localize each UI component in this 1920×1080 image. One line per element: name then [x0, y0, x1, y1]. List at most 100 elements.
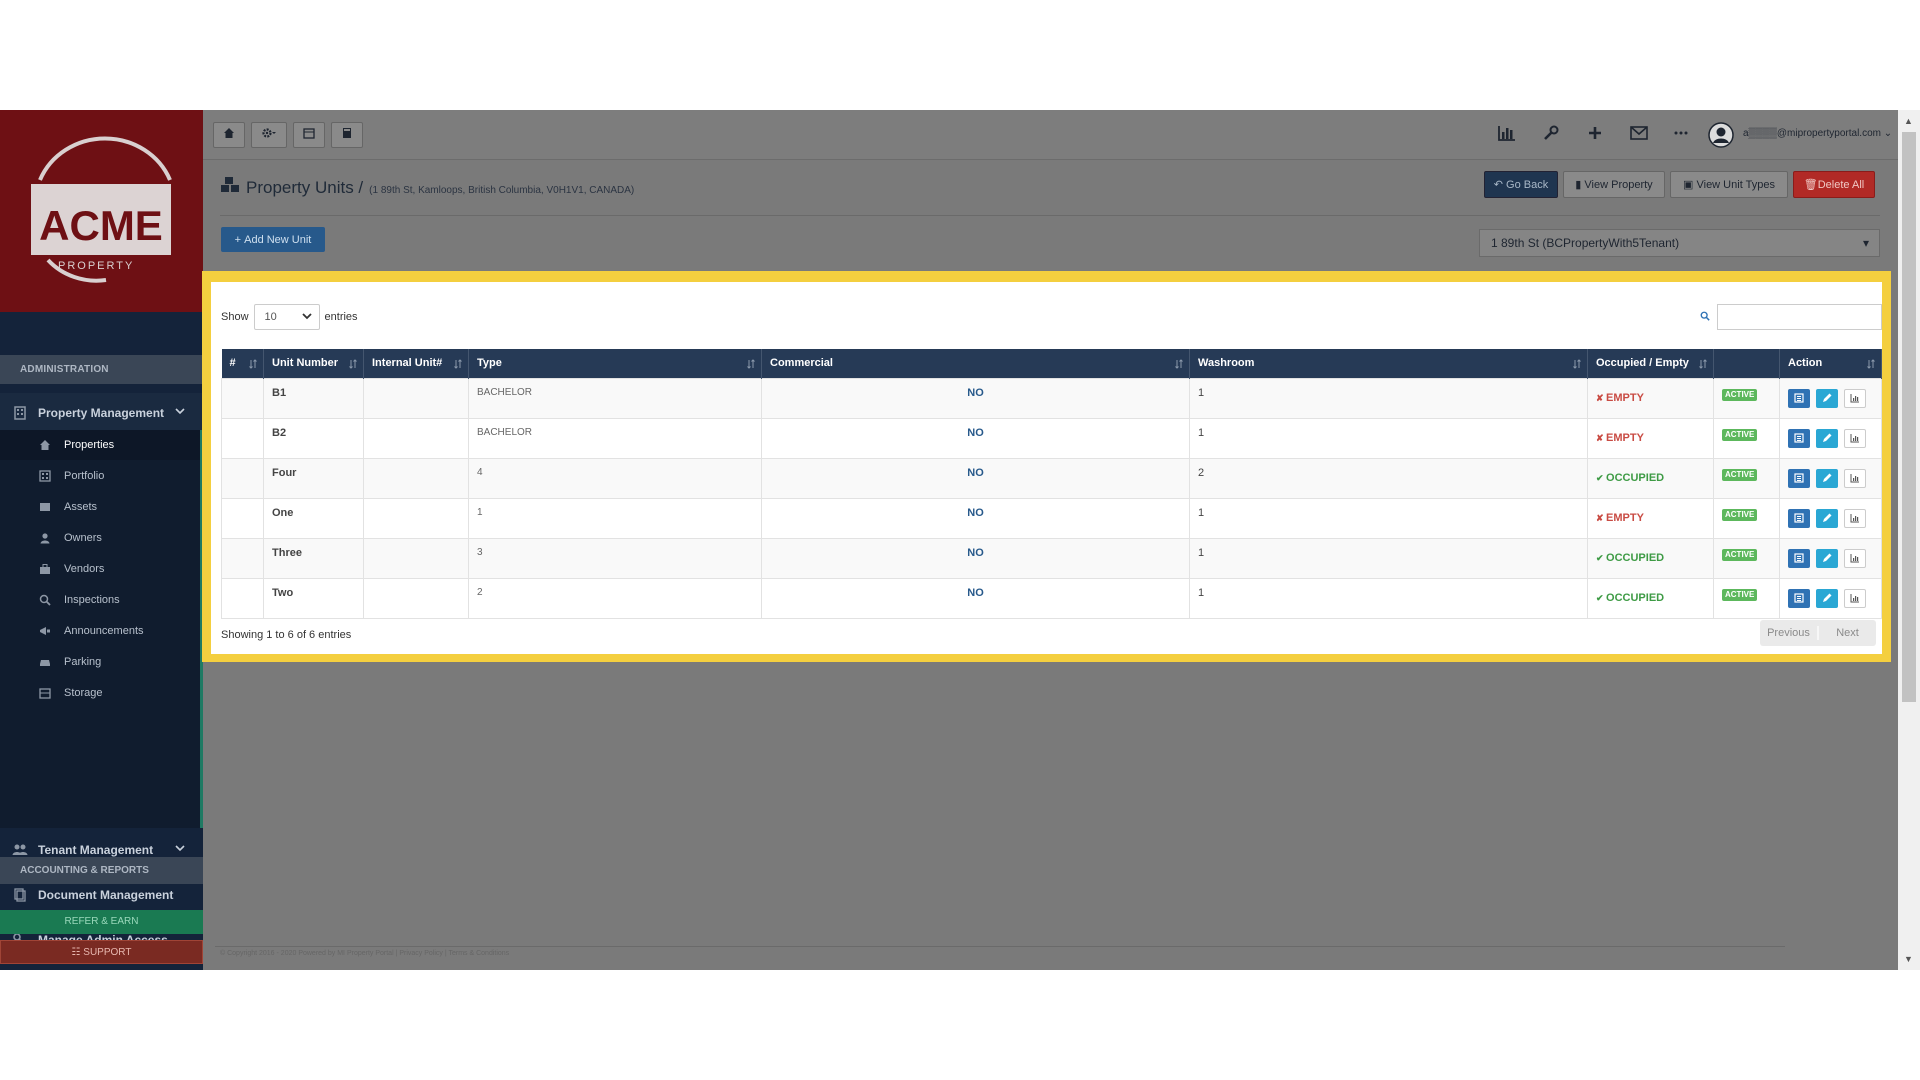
menu-tenant-management-label: Tenant Management: [38, 843, 154, 857]
table-row[interactable]: B2 BACHELOR NO 1 ✘ EMPTY ACTIVE: [221, 417, 1882, 459]
more-icon[interactable]: [1670, 122, 1692, 144]
chart-icon[interactable]: [1496, 122, 1518, 144]
view-unit-button[interactable]: [1788, 428, 1810, 448]
unit-stats-button[interactable]: [1844, 388, 1866, 408]
user-icon: [38, 531, 52, 545]
unit-stats-button[interactable]: [1844, 588, 1866, 608]
commercial-cell: NO: [761, 577, 1190, 619]
support-button[interactable]: ☷ SUPPORT: [0, 940, 203, 964]
edit-unit-button[interactable]: [1816, 508, 1838, 528]
view-unit-types-label: View Unit Types: [1696, 178, 1775, 191]
column-header[interactable]: Action: [1779, 349, 1882, 378]
sidebar-item-announcements[interactable]: Announcements: [0, 616, 200, 646]
type-cell: 4: [468, 457, 762, 499]
sidebar-item-owners[interactable]: Owners: [0, 523, 200, 553]
column-header[interactable]: Commercial: [761, 349, 1190, 378]
previous-button[interactable]: Previous: [1760, 627, 1817, 639]
avatar[interactable]: [1708, 122, 1734, 148]
view-property-button[interactable]: ▮ View Property: [1563, 171, 1665, 198]
next-button[interactable]: Next: [1819, 627, 1876, 639]
view-unit-button[interactable]: [1788, 468, 1810, 488]
logo[interactable]: ACME PROPERTY: [0, 110, 203, 312]
scroll-up-arrow[interactable]: ▲: [1904, 116, 1913, 126]
table-row[interactable]: Two 2 NO 1 ✔ OCCUPIED ACTIVE: [221, 577, 1882, 619]
view-unit-types-button[interactable]: ▣ View Unit Types: [1670, 171, 1788, 198]
table-row[interactable]: B1 BACHELOR NO 1 ✘ EMPTY ACTIVE: [221, 377, 1882, 419]
column-header[interactable]: Type: [468, 349, 762, 378]
scroll-thumb[interactable]: [1902, 132, 1916, 702]
add-new-unit-button[interactable]: + Add New Unit: [221, 227, 325, 252]
unit-stats-button[interactable]: [1844, 428, 1866, 448]
table-row[interactable]: One 1 NO 1 ✘ EMPTY ACTIVE: [221, 497, 1882, 539]
edit-unit-button[interactable]: [1816, 588, 1838, 608]
sidebar-item-label: Announcements: [64, 625, 144, 637]
action-buttons: [1788, 547, 1873, 568]
view-unit-button[interactable]: [1788, 508, 1810, 528]
occupancy-cell: ✔ OCCUPIED: [1587, 537, 1714, 579]
cubes-icon: ▣: [1683, 179, 1697, 191]
sidebar-item-storage[interactable]: Storage: [0, 678, 200, 708]
internal-unit-cell: [363, 537, 469, 579]
refer-earn-button[interactable]: REFER & EARN: [0, 910, 203, 934]
sidebar-item-inspections[interactable]: Inspections: [0, 585, 200, 615]
sidebar-item-portfolio[interactable]: Portfolio: [0, 461, 200, 491]
table-header-row: # Unit Number Internal Unit# Type Commercial…: [221, 349, 1882, 378]
column-header[interactable]: [1713, 349, 1780, 378]
scrollbar[interactable]: ▲ ▼: [1898, 110, 1920, 970]
go-back-button[interactable]: ↶ Go Back: [1484, 171, 1558, 198]
footer-copyright: © Copyright 2016 - 2020 Powered by MI Pr…: [220, 950, 510, 957]
table-row[interactable]: Four 4 NO 2 ✔ OCCUPIED ACTIVE: [221, 457, 1882, 499]
column-header[interactable]: Washroom: [1189, 349, 1588, 378]
action-cell: [1779, 377, 1882, 419]
sidebar-item-properties[interactable]: Properties: [0, 430, 200, 460]
user-email-dropdown[interactable]: a▒▒▒▒@mipropertyportal.com ⌄: [1743, 128, 1892, 139]
megaphone-icon: [38, 624, 52, 638]
table-row[interactable]: Three 3 NO 1 ✔ OCCUPIED ACTIVE: [221, 537, 1882, 579]
unit-stats-button[interactable]: [1844, 508, 1866, 528]
sidebar-item-label: Owners: [64, 532, 102, 544]
sidebar-item-assets[interactable]: Assets: [0, 492, 200, 522]
table-search: [1700, 304, 1882, 330]
sidebar-item-parking[interactable]: Parking: [0, 647, 200, 677]
search-icon: [1700, 308, 1710, 326]
commercial-cell: NO: [761, 417, 1190, 459]
edit-unit-button[interactable]: [1816, 548, 1838, 568]
delete-all-button[interactable]: 🗑 Delete All: [1793, 171, 1875, 198]
units-panel: Show 10 entries # Unit Number Internal Uni…: [211, 282, 1882, 654]
sidebar-item-vendors[interactable]: Vendors: [0, 554, 200, 584]
column-header[interactable]: Unit Number: [263, 349, 364, 378]
gear-icon: [261, 126, 277, 144]
home-button[interactable]: [213, 122, 245, 148]
view-property-label: View Property: [1584, 178, 1653, 191]
calculator-icon: [341, 126, 353, 144]
scroll-down-arrow[interactable]: ▼: [1904, 954, 1913, 964]
delete-all-label: Delete All: [1817, 178, 1865, 191]
column-header[interactable]: Occupied / Empty: [1587, 349, 1714, 378]
action-cell: [1779, 457, 1882, 499]
sidebar-item-label: Vendors: [64, 563, 105, 575]
envelope-icon[interactable]: [1628, 122, 1650, 144]
calculator-button[interactable]: [331, 122, 363, 148]
column-header-label: Washroom: [1198, 357, 1255, 370]
search-input[interactable]: [1717, 304, 1882, 330]
edit-unit-button[interactable]: [1816, 428, 1838, 448]
bar-chart-icon: [1850, 554, 1859, 563]
settings-dropdown-button[interactable]: [251, 122, 287, 148]
view-unit-button[interactable]: [1788, 588, 1810, 608]
calendar-button[interactable]: [293, 122, 325, 148]
entries-select[interactable]: 10: [253, 304, 320, 330]
menu-property-management[interactable]: Property Management: [0, 393, 203, 433]
unit-stats-button[interactable]: [1844, 548, 1866, 568]
edit-unit-button[interactable]: [1816, 468, 1838, 488]
column-header[interactable]: #: [221, 349, 264, 378]
property-select[interactable]: 1 89th St (BCPropertyWith5Tenant) ▾: [1479, 229, 1880, 257]
accounting-section-header[interactable]: ACCOUNTING & REPORTS: [0, 857, 203, 884]
view-unit-button[interactable]: [1788, 388, 1810, 408]
edit-unit-button[interactable]: [1816, 388, 1838, 408]
unit-stats-button[interactable]: [1844, 468, 1866, 488]
view-unit-button[interactable]: [1788, 548, 1810, 568]
wrench-icon[interactable]: [1540, 122, 1562, 144]
plus-icon[interactable]: [1584, 122, 1606, 144]
row-number-cell: [221, 417, 264, 459]
column-header[interactable]: Internal Unit#: [363, 349, 469, 378]
